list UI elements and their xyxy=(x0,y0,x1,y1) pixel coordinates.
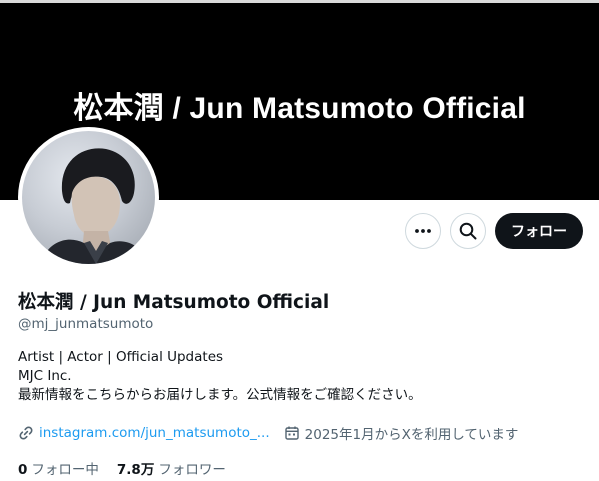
bio-line: MJC Inc. xyxy=(18,368,72,384)
followers-label: フォロワー xyxy=(158,462,226,478)
bio-line: Artist | Actor | Official Updates xyxy=(18,349,224,365)
following-count: 0 xyxy=(18,462,28,478)
joined-date: 2025年1月からXを利用しています xyxy=(304,427,519,443)
followers-stat[interactable]: 7.8万 フォロワー xyxy=(117,458,226,478)
user-handle: @mj_junmatsumoto xyxy=(18,316,154,332)
banner-title: 松本潤 / Jun Matsumoto Official xyxy=(73,91,526,125)
search-button[interactable] xyxy=(450,213,486,249)
avatar[interactable] xyxy=(18,127,159,268)
profile-meta: instagram.com/jun_matsumoto_... 2025年1月か… xyxy=(18,423,518,443)
profile-bio: Artist | Actor | Official Updates MJC In… xyxy=(18,348,422,405)
search-icon xyxy=(459,222,477,240)
more-button[interactable] xyxy=(405,213,441,249)
profile-link[interactable]: instagram.com/jun_matsumoto_... xyxy=(39,425,270,441)
profile-actions: フォロー xyxy=(405,213,583,249)
follow-stats: 0 フォロー中 7.8万 フォロワー xyxy=(18,458,226,478)
following-label: フォロー中 xyxy=(31,462,99,478)
display-name: 松本潤 / Jun Matsumoto Official xyxy=(18,292,330,313)
link-icon xyxy=(19,426,33,440)
bio-line: 最新情報をこちらからお届けします。公式情報をご確認ください。 xyxy=(18,387,422,403)
more-horizontal-icon xyxy=(415,229,431,233)
avatar-photo xyxy=(22,131,155,264)
followers-count: 7.8万 xyxy=(116,462,155,478)
following-stat[interactable]: 0 フォロー中 xyxy=(18,458,99,478)
follow-button[interactable]: フォロー xyxy=(495,213,583,249)
calendar-icon xyxy=(284,426,299,440)
